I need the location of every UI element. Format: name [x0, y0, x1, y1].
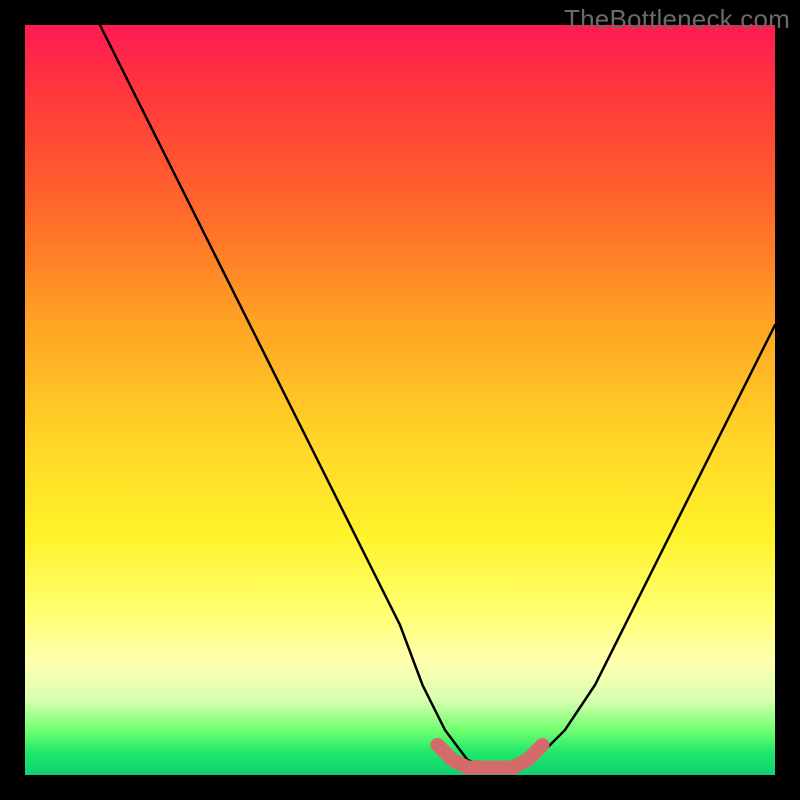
chart-frame: TheBottleneck.com [0, 0, 800, 800]
chart-svg [25, 25, 775, 775]
watermark-text: TheBottleneck.com [564, 4, 790, 35]
bottleneck-curve [100, 25, 775, 768]
plot-area [25, 25, 775, 775]
optimal-zone-marker [438, 745, 543, 768]
